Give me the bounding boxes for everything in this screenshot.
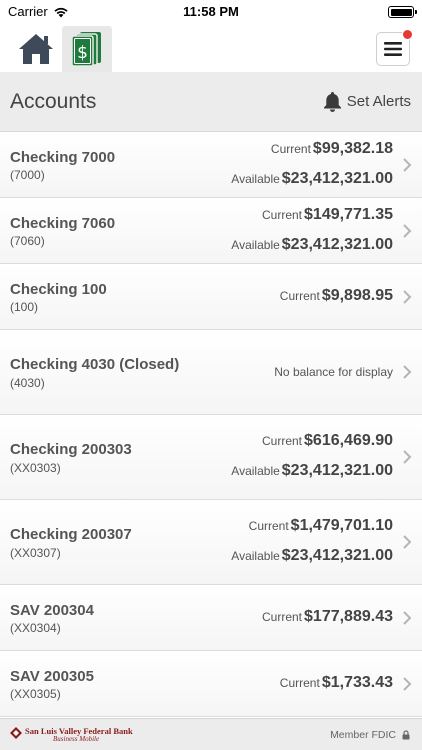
account-name: SAV 200305 <box>10 668 94 685</box>
account-row[interactable]: Checking 7000 (7000) Current $99,382.18 … <box>0 132 422 198</box>
chevron-right-icon <box>403 224 412 238</box>
bank-subtitle: Business Mobile <box>53 734 100 743</box>
page-header: Accounts Set Alerts <box>0 72 422 132</box>
status-bar: Carrier 11:58 PM <box>0 0 422 24</box>
account-name: SAV 200304 <box>10 602 94 619</box>
account-number: (XX0303) <box>10 461 61 475</box>
account-name: Checking 200307 <box>10 526 132 543</box>
account-row[interactable]: Checking 100 (100) Current $9,898.95 <box>0 264 422 330</box>
current-balance: Current $1,733.43 <box>279 674 393 691</box>
account-row[interactable]: SAV 200305 (XX0305) Current $1,733.43 <box>0 651 422 717</box>
account-name: Checking 7060 <box>10 215 116 232</box>
battery-icon <box>388 6 417 18</box>
bell-icon <box>323 92 341 112</box>
account-row[interactable]: SAV 200304 (XX0304) Current $177,889.43 <box>0 585 422 651</box>
home-icon <box>19 34 53 64</box>
accounts-tab[interactable]: $ <box>62 26 112 72</box>
fdic-label: Member FDIC <box>330 729 396 741</box>
home-tab[interactable] <box>11 26 61 72</box>
svg-text:$: $ <box>77 43 88 63</box>
chevron-right-icon <box>403 611 412 625</box>
current-balance: Current $149,771.35 <box>262 206 393 223</box>
account-number: (100) <box>10 300 39 314</box>
current-balance: Current $177,889.43 <box>262 608 393 625</box>
current-balance: Current $99,382.18 <box>270 140 393 157</box>
account-row[interactable]: Checking 7060 (7060) Current $149,771.35… <box>0 198 422 264</box>
notification-badge <box>402 29 413 40</box>
top-nav: $ <box>0 24 422 72</box>
chevron-right-icon <box>403 365 412 379</box>
account-number: (7000) <box>10 168 45 182</box>
account-name: Checking 100 <box>10 281 107 298</box>
account-name: Checking 7000 <box>10 149 116 166</box>
footer: San Luis Valley Federal Bank Business Mo… <box>0 718 422 750</box>
page-title: Accounts <box>10 90 97 113</box>
menu-button[interactable] <box>376 29 413 66</box>
set-alerts-label: Set Alerts <box>346 93 411 110</box>
chevron-right-icon <box>403 290 412 304</box>
account-number: (7060) <box>10 234 45 248</box>
lock-icon <box>402 730 410 740</box>
account-name: Checking 200303 <box>10 441 132 458</box>
current-balance: Current $1,479,701.10 <box>248 517 393 534</box>
current-balance: Current $616,469.90 <box>262 432 393 449</box>
fdic-notice: Member FDIC <box>330 729 410 741</box>
diamond-logo-icon <box>10 727 22 739</box>
dollar-bills-icon: $ <box>71 32 101 67</box>
account-number: (XX0307) <box>10 546 61 560</box>
account-name: Checking 4030 (Closed) <box>10 356 180 373</box>
no-balance-message: No balance for display <box>274 365 393 379</box>
available-balance: Available $23,412,321.00 <box>231 170 393 187</box>
account-number: (4030) <box>10 376 45 390</box>
account-number: (XX0305) <box>10 687 61 701</box>
account-row[interactable]: Checking 4030 (Closed) (4030) No balance… <box>0 330 422 415</box>
bank-logo: San Luis Valley Federal Bank Business Mo… <box>10 727 133 743</box>
available-balance: Available $23,412,321.00 <box>231 462 393 479</box>
available-balance: Available $23,412,321.00 <box>231 236 393 253</box>
current-balance: Current $9,898.95 <box>279 287 393 304</box>
account-row[interactable]: Checking 200307 (XX0307) Current $1,479,… <box>0 500 422 585</box>
chevron-right-icon <box>403 450 412 464</box>
available-balance: Available $23,412,321.00 <box>231 547 393 564</box>
chevron-right-icon <box>403 535 412 549</box>
accounts-list: Checking 7000 (7000) Current $99,382.18 … <box>0 132 422 718</box>
set-alerts-button[interactable]: Set Alerts <box>323 91 411 112</box>
account-number: (XX0304) <box>10 621 61 635</box>
status-time: 11:58 PM <box>183 4 239 19</box>
chevron-right-icon <box>403 158 412 172</box>
hamburger-menu-icon <box>384 42 402 56</box>
chevron-right-icon <box>403 677 412 691</box>
account-row[interactable]: Checking 200303 (XX0303) Current $616,46… <box>0 415 422 500</box>
